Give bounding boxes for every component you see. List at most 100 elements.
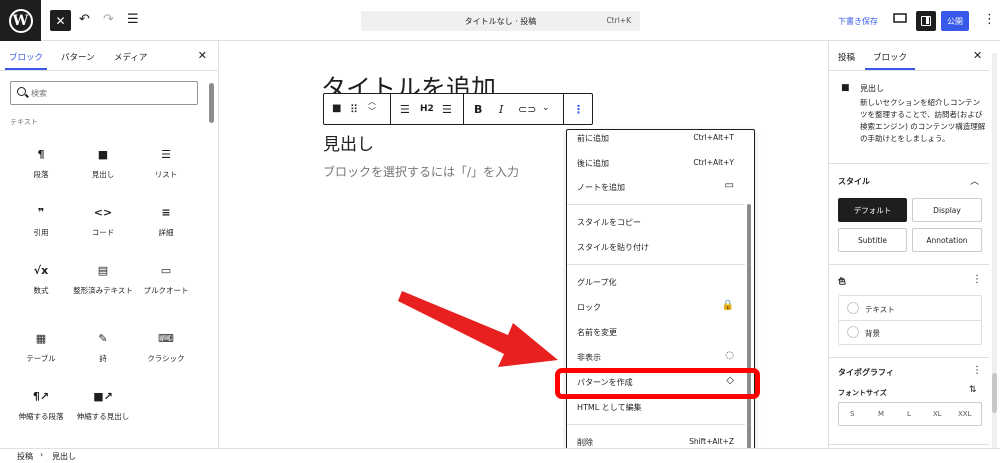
hide-icon: ◌ xyxy=(725,350,734,361)
document-title: タイトルなし · 投稿 xyxy=(464,17,537,26)
settings-icon[interactable]: ⇅ xyxy=(969,385,977,395)
chevron-down-icon[interactable]: ⌄ xyxy=(542,103,550,113)
wordpress-logo-button[interactable]: W xyxy=(0,0,41,41)
close-icon[interactable]: ✕ xyxy=(198,49,207,62)
tab-media[interactable]: メディア xyxy=(114,51,147,63)
heading-block[interactable]: 見出し xyxy=(323,130,374,155)
save-draft-button[interactable]: 下書き保存 xyxy=(838,16,878,27)
block-item[interactable]: √x 数式 xyxy=(10,263,72,296)
settings-sidebar: 投稿 ブロック ✕ ■ 見出し 新しいセクションを紹介しコンテンツを整理すること… xyxy=(828,41,1000,463)
block-item[interactable]: ¶ 段落 xyxy=(10,147,72,180)
tab-patterns[interactable]: パターン xyxy=(61,51,95,63)
block-item[interactable]: ¶↗ 伸縮する段落 xyxy=(10,389,72,422)
menu-shortcut: Ctrl+Alt+Y xyxy=(693,158,734,167)
search-icon xyxy=(17,87,26,96)
options-icon[interactable]: ⋮ xyxy=(972,365,982,376)
menu-item[interactable]: スタイルをコピー xyxy=(577,217,641,228)
scrollbar[interactable] xyxy=(992,53,997,453)
color-background-item[interactable]: 背景 xyxy=(865,328,880,339)
preview-icon[interactable] xyxy=(893,11,907,29)
menu-item[interactable]: グループ化 xyxy=(577,277,617,288)
tab-post[interactable]: 投稿 xyxy=(838,51,855,63)
options-icon[interactable]: ⋮ xyxy=(972,274,982,285)
style-default[interactable]: デフォルト xyxy=(838,198,907,222)
text-align-icon[interactable]: ☰ xyxy=(442,103,452,116)
menu-item[interactable]: HTML として編集 xyxy=(577,402,642,413)
editor-header: W ✕ ↶ ↷ ☰ タイトルなし · 投稿 Ctrl+K 下書き保存 公開 ⋮ xyxy=(0,0,1000,41)
document-overview-icon[interactable]: ☰ xyxy=(127,12,139,27)
block-item[interactable]: ▭ プルクオート xyxy=(135,263,197,296)
block-item[interactable]: ■↗ 伸縮する見出し xyxy=(72,389,134,422)
menu-item[interactable]: ノートを追加 xyxy=(577,182,625,193)
block-item[interactable]: ⌨ クラシック xyxy=(135,331,197,364)
post-title[interactable]: タイトルを追加 xyxy=(321,73,496,95)
font-size-s[interactable]: S xyxy=(850,410,854,418)
block-item[interactable]: ≡ 詳細 xyxy=(135,205,197,238)
menu-item[interactable]: 削除 xyxy=(577,437,593,448)
tab-block[interactable]: ブロック xyxy=(864,51,916,70)
block-icon: ▤ xyxy=(97,264,109,277)
font-size-l[interactable]: L xyxy=(907,410,911,418)
font-size-xxl[interactable]: XXL xyxy=(958,410,972,418)
font-size-xl[interactable]: XL xyxy=(933,410,942,418)
redo-icon[interactable]: ↷ xyxy=(103,12,114,27)
block-name: 見出し xyxy=(860,84,884,93)
block-item[interactable]: ▤ 整形済みテキスト xyxy=(72,263,134,296)
style-subtitle[interactable]: Subtitle xyxy=(838,228,907,252)
menu-scrollbar[interactable] xyxy=(747,204,751,456)
move-arrows-icon[interactable]: ︿ ﹀ xyxy=(368,97,376,117)
style-display[interactable]: Display xyxy=(912,198,982,222)
menu-item[interactable]: ロック xyxy=(577,302,601,313)
block-label: 数式 xyxy=(33,286,49,295)
menu-item[interactable]: 前に追加 xyxy=(577,133,609,144)
scrollbar[interactable] xyxy=(209,83,214,123)
bold-button[interactable]: B xyxy=(474,103,482,116)
drag-handle-icon[interactable]: ⠿ xyxy=(350,103,358,116)
close-inserter-button[interactable]: ✕ xyxy=(50,10,71,31)
sidebar-tabs: 投稿 ブロック ✕ xyxy=(829,41,989,71)
menu-item[interactable]: スタイルを貼り付け xyxy=(577,242,649,253)
settings-panel-toggle[interactable] xyxy=(916,11,936,31)
block-item[interactable]: <> コード xyxy=(72,205,134,238)
block-placeholder[interactable]: ブロックを選択するには「/」を入力 xyxy=(323,163,519,180)
menu-item[interactable]: 後に追加 xyxy=(577,158,609,169)
font-size-picker: S M L XL XXL xyxy=(838,402,982,426)
color-swatch-icon xyxy=(847,326,859,338)
tab-blocks[interactable]: ブロック xyxy=(4,51,48,70)
breadcrumb-post[interactable]: 投稿 xyxy=(17,451,33,462)
search-input[interactable] xyxy=(31,85,191,101)
block-icon: ⌨ xyxy=(158,332,174,345)
color-text-item[interactable]: テキスト xyxy=(865,304,895,315)
block-item[interactable]: ▦ テーブル xyxy=(10,331,72,364)
link-icon[interactable]: ⊂⊃ xyxy=(518,103,536,116)
block-options-menu: 前に追加 Ctrl+Alt+T 後に追加 Ctrl+Alt+Y ノートを追加 ▭ スタイルを… xyxy=(566,129,755,459)
font-size-m[interactable]: M xyxy=(878,410,884,418)
block-label: テーブル xyxy=(26,354,56,363)
chevron-up-icon[interactable]: ︿ xyxy=(970,174,979,187)
menu-item[interactable]: 非表示 xyxy=(577,352,601,363)
italic-button[interactable]: I xyxy=(499,103,503,116)
close-icon[interactable]: ✕ xyxy=(973,49,982,62)
block-options-button[interactable]: ⋮ xyxy=(573,103,584,116)
block-item[interactable]: ■ 見出し xyxy=(72,147,134,180)
menu-item[interactable]: 名前を変更 xyxy=(577,327,617,338)
block-item[interactable]: ❞ 引用 xyxy=(10,205,72,238)
inserter-tabs: ブロック パターン メディア ✕ xyxy=(0,41,219,71)
style-annotation[interactable]: Annotation xyxy=(912,228,982,252)
command-palette-button[interactable]: タイトルなし · 投稿 Ctrl+K xyxy=(361,11,640,31)
block-item[interactable]: ☰ リスト xyxy=(135,147,197,180)
block-item[interactable]: ✎ 詩 xyxy=(72,331,134,364)
styles-title: スタイル xyxy=(838,177,870,186)
options-icon[interactable]: ⋮ xyxy=(983,12,996,27)
heading-block-icon[interactable]: ■ xyxy=(332,103,341,114)
breadcrumb-heading[interactable]: 見出し xyxy=(52,451,76,462)
category-heading: テキスト xyxy=(10,118,38,126)
align-icon[interactable]: ☰ xyxy=(400,103,410,116)
publish-button[interactable]: 公開 xyxy=(941,11,969,31)
undo-icon[interactable]: ↶ xyxy=(79,12,90,27)
color-list: テキスト 背景 xyxy=(838,295,982,345)
block-icon: ■ xyxy=(97,148,109,161)
block-icon: ■↗ xyxy=(93,390,113,403)
wordpress-icon: W xyxy=(8,8,33,33)
heading-level-button[interactable]: H2 xyxy=(420,104,434,114)
